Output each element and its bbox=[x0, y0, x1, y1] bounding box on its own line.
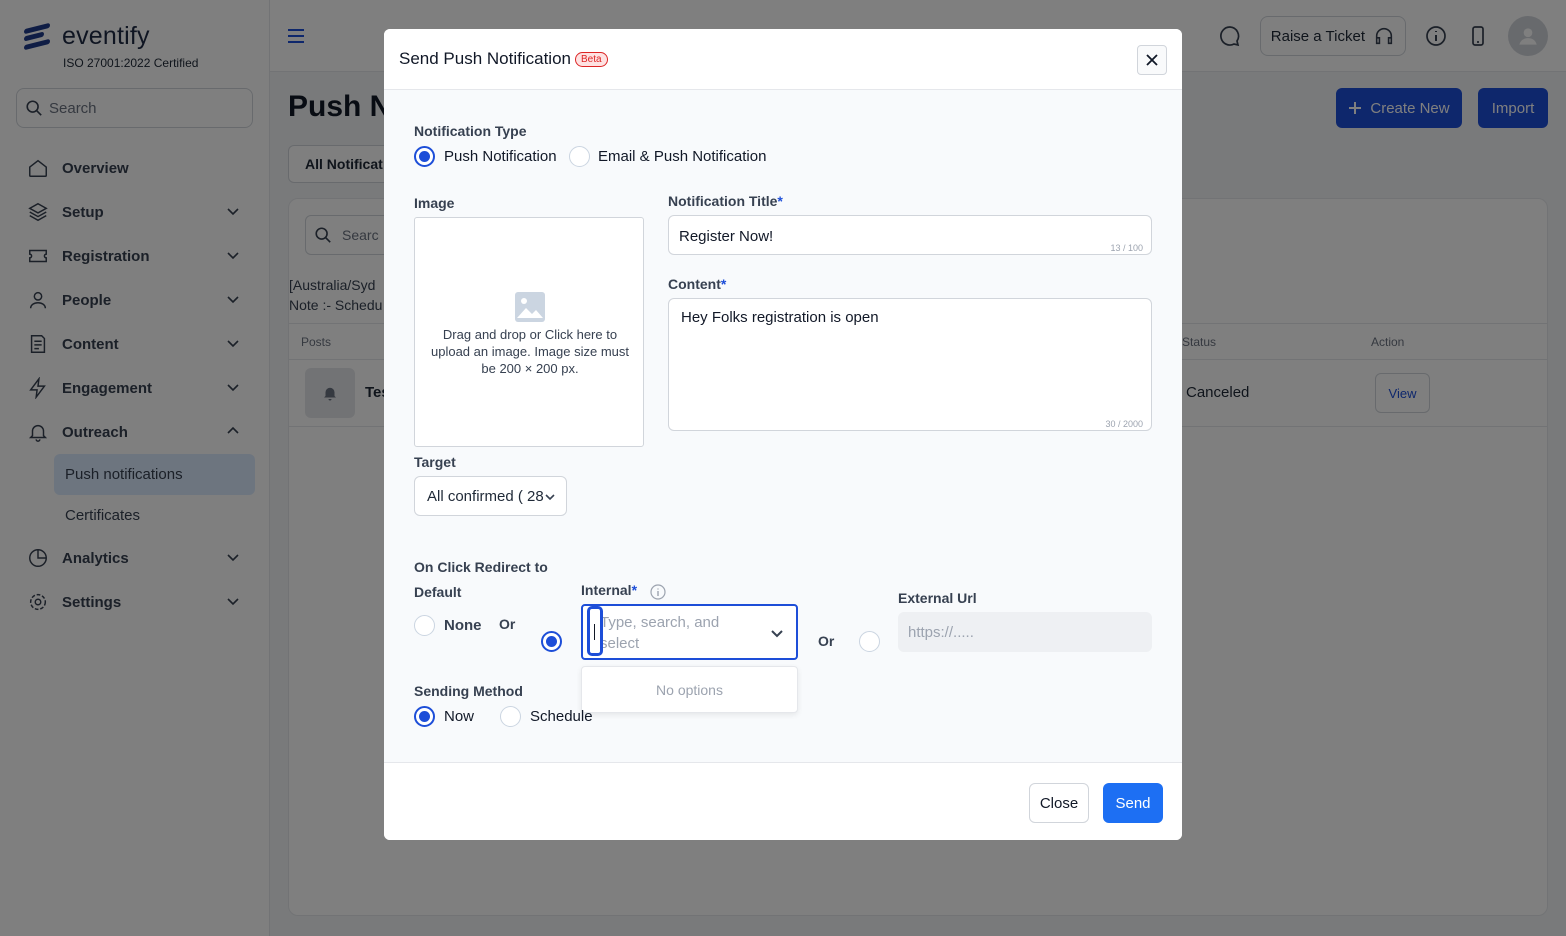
content-label-text: Content bbox=[668, 276, 721, 292]
content-label: Content* bbox=[668, 276, 726, 292]
notification-title-label-text: Notification Title bbox=[668, 193, 778, 209]
close-button[interactable]: Close bbox=[1029, 783, 1089, 823]
send-schedule-option[interactable]: Schedule bbox=[530, 708, 593, 725]
send-now-option[interactable]: Now bbox=[444, 708, 474, 725]
dropzone-text: Drag and drop or Click here to upload an… bbox=[431, 327, 629, 376]
internal-select-placeholder: Type, search, and select bbox=[600, 614, 720, 652]
modal-close-button[interactable] bbox=[1137, 45, 1167, 75]
image-dropzone[interactable]: Drag and drop or Click here to upload an… bbox=[414, 217, 644, 447]
image-placeholder-icon bbox=[515, 292, 545, 322]
close-icon bbox=[1146, 54, 1158, 66]
no-options-text: No options bbox=[656, 681, 723, 698]
redirect-internal-radio[interactable] bbox=[541, 631, 562, 652]
external-url-placeholder: https://..... bbox=[908, 623, 974, 641]
content-value: Hey Folks registration is open bbox=[681, 309, 879, 326]
notification-title-label: Notification Title* bbox=[668, 193, 783, 209]
notification-title-input[interactable]: Register Now! 13 / 100 bbox=[668, 215, 1152, 255]
external-url-input[interactable]: https://..... bbox=[898, 612, 1152, 652]
chevron-down-icon[interactable] bbox=[770, 626, 784, 640]
push-notification-option[interactable]: Push Notification bbox=[444, 148, 557, 165]
modal-header: Send Push Notification Beta bbox=[384, 29, 1182, 90]
content-textarea[interactable]: Hey Folks registration is open 30 / 2000 bbox=[668, 298, 1152, 431]
info-icon[interactable] bbox=[650, 584, 666, 600]
push-notification-radio[interactable] bbox=[414, 146, 435, 167]
redirect-label: On Click Redirect to bbox=[414, 559, 548, 575]
modal-footer: Close Send bbox=[384, 762, 1182, 840]
image-label: Image bbox=[414, 195, 455, 211]
internal-label-text: Internal bbox=[581, 582, 632, 598]
email-push-notification-option[interactable]: Email & Push Notification bbox=[598, 148, 766, 165]
chevron-down-icon bbox=[545, 494, 555, 501]
or-separator: Or bbox=[818, 633, 835, 649]
target-value: All confirmed ( 28 bbox=[427, 487, 544, 505]
target-label: Target bbox=[414, 454, 456, 470]
internal-select-menu: No options bbox=[581, 666, 798, 713]
external-url-label: External Url bbox=[898, 590, 977, 606]
target-select[interactable]: All confirmed ( 28 bbox=[414, 476, 567, 516]
redirect-none-option[interactable]: None bbox=[444, 617, 482, 634]
send-schedule-radio[interactable] bbox=[500, 706, 521, 727]
required-marker: * bbox=[631, 582, 638, 598]
send-button[interactable]: Send bbox=[1103, 783, 1163, 823]
redirect-none-radio[interactable] bbox=[414, 615, 435, 636]
default-label: Default bbox=[414, 584, 462, 600]
required-marker: * bbox=[777, 193, 783, 209]
required-marker: * bbox=[720, 276, 727, 292]
notification-type-label: Notification Type bbox=[414, 123, 527, 139]
email-push-notification-radio[interactable] bbox=[569, 146, 590, 167]
send-push-notification-modal: Send Push Notification Beta Notification… bbox=[384, 29, 1182, 840]
modal-title: Send Push Notification bbox=[399, 49, 571, 68]
internal-label: Internal* bbox=[581, 582, 637, 598]
redirect-external-radio[interactable] bbox=[859, 631, 880, 652]
notification-title-value: Register Now! bbox=[679, 228, 774, 245]
modal-body: Notification Type Push Notification Emai… bbox=[384, 90, 1182, 762]
send-now-radio[interactable] bbox=[414, 706, 435, 727]
text-cursor bbox=[587, 606, 603, 656]
beta-badge: Beta bbox=[575, 51, 608, 67]
content-char-counter: 30 / 2000 bbox=[1105, 419, 1143, 429]
internal-page-select[interactable]: Type, search, and select bbox=[581, 604, 798, 660]
title-char-counter: 13 / 100 bbox=[1110, 243, 1143, 253]
or-separator: Or bbox=[499, 616, 516, 632]
sending-method-label: Sending Method bbox=[414, 683, 523, 699]
